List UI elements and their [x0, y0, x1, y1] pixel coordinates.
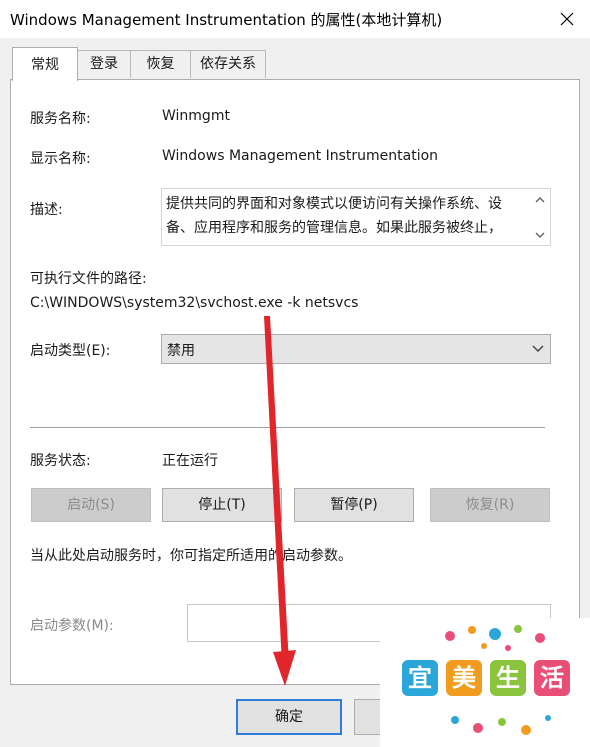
description-label: 描述: — [30, 202, 63, 218]
stop-button[interactable]: 停止(T) — [162, 488, 282, 522]
scroll-down-icon[interactable] — [533, 228, 547, 242]
close-button[interactable] — [544, 0, 590, 38]
display-name-label: 显示名称: — [30, 151, 91, 167]
description-text: 提供共同的界面和对象模式以便访问有关操作系统、设备、应用程序和服务的管理信息。如… — [166, 196, 502, 236]
resume-button[interactable]: 恢复(R) — [430, 488, 550, 522]
watermark-logo: 宜 美 生 活 — [380, 618, 590, 747]
watermark-char-1: 宜 — [402, 660, 438, 696]
tab-dependencies[interactable]: 依存关系 — [190, 50, 266, 78]
ok-button[interactable]: 确定 — [236, 699, 342, 735]
service-name-value: Winmgmt — [162, 108, 230, 124]
tab-logon[interactable]: 登录 — [77, 50, 131, 78]
start-params-hint: 当从此处启动服务时，你可指定所适用的启动参数。 — [30, 548, 352, 564]
watermark-char-4: 活 — [534, 660, 570, 696]
startup-type-label: 启动类型(E): — [30, 343, 111, 359]
close-icon — [560, 12, 574, 26]
start-params-label: 启动参数(M): — [30, 618, 114, 634]
tab-general[interactable]: 常规 — [12, 47, 78, 81]
service-name-label: 服务名称: — [30, 111, 91, 127]
service-status-label: 服务状态: — [30, 453, 91, 469]
watermark-char-2: 美 — [446, 660, 482, 696]
window-title: Windows Management Instrumentation 的属性(本… — [10, 11, 443, 29]
start-button[interactable]: 启动(S) — [31, 488, 151, 522]
exec-path-label: 可执行文件的路径: — [30, 271, 147, 287]
scroll-up-icon[interactable] — [533, 193, 547, 207]
divider — [30, 427, 545, 428]
tab-recovery[interactable]: 恢复 — [130, 50, 191, 78]
startup-type-value: 禁用 — [167, 343, 195, 359]
display-name-value: Windows Management Instrumentation — [162, 148, 439, 164]
exec-path-value: C:\WINDOWS\system32\svchost.exe -k netsv… — [30, 295, 359, 311]
startup-type-select[interactable]: 禁用 — [161, 334, 551, 364]
description-box[interactable]: 提供共同的界面和对象模式以便访问有关操作系统、设备、应用程序和服务的管理信息。如… — [161, 188, 551, 246]
tab-panel-general — [10, 79, 580, 685]
pause-button[interactable]: 暂停(P) — [294, 488, 414, 522]
chevron-down-icon — [532, 345, 544, 352]
title-bar: Windows Management Instrumentation 的属性(本… — [0, 0, 590, 38]
service-status-value: 正在运行 — [162, 453, 218, 469]
watermark-char-3: 生 — [490, 660, 526, 696]
